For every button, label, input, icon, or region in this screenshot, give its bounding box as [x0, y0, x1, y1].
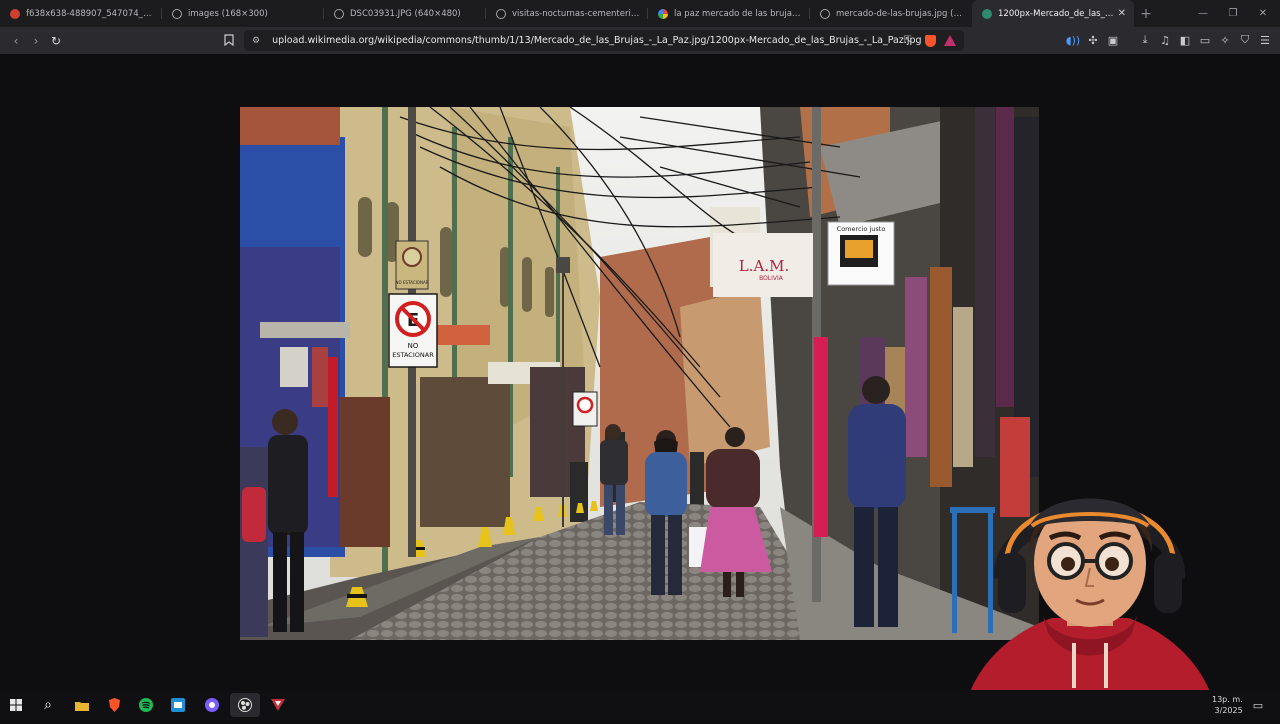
market-street-photo[interactable]: E NO ESTACIONAR NO ESTACIONAR L.A.M. BOL… [240, 107, 1039, 640]
file-explorer-icon[interactable] [74, 697, 90, 713]
lam-banner-sub: BOLIVIA [759, 275, 784, 282]
tab-title: DSC03931.JPG (640×480) [350, 8, 461, 19]
wallet-icon[interactable]: ▭ [1198, 33, 1212, 47]
globe-icon [172, 8, 182, 19]
tab-5[interactable]: la paz mercado de las brujas - Buscar [648, 0, 810, 27]
leo-ai-icon[interactable]: ✧ [1218, 33, 1232, 47]
no-parking-sign-line2: ESTACIONAR [392, 351, 434, 359]
app-store-icon[interactable] [170, 697, 186, 713]
tab-title: images (168×300) [188, 8, 268, 19]
tab-6[interactable]: mercado-de-las-brujas.jpg (1200×90 [810, 0, 972, 27]
share-icon[interactable]: ⇱ [904, 35, 912, 46]
tab-7-active[interactable]: 1200px-Mercado_de_las_Brujas ✕ [972, 0, 1134, 27]
minimize-icon[interactable]: — [1188, 0, 1218, 27]
url-text: upload.wikimedia.org/wikipedia/commons/t… [272, 35, 922, 46]
tab-strip: f638x638-488907_547074_1961.jpg images (… [0, 0, 1280, 27]
wikimedia-icon [982, 8, 992, 19]
messenger-icon[interactable] [204, 697, 220, 713]
windows-start-icon[interactable] [8, 697, 24, 713]
vtuber-app-icon[interactable] [270, 697, 286, 713]
menu-icon[interactable]: ☰ [1258, 33, 1272, 47]
tab-3[interactable]: DSC03931.JPG (640×480) [324, 0, 486, 27]
fair-trade-sign-text: Comercio justo [837, 225, 886, 233]
downloads-icon[interactable]: ⤓ [1138, 33, 1152, 47]
streamer-avatar [962, 458, 1218, 720]
lam-banner-text: L.A.M. [739, 257, 789, 275]
no-parking-sign-line1: NO [408, 342, 419, 350]
obs-active-icon[interactable] [230, 693, 260, 717]
tab-4[interactable]: visitas-nocturnas-cementerio-1024x [486, 0, 648, 27]
brave-shields-icon[interactable] [925, 34, 936, 47]
tab-2[interactable]: images (168×300) [162, 0, 324, 27]
address-bar[interactable]: ⚙ upload.wikimedia.org/wikipedia/commons… [244, 30, 964, 51]
forward-icon[interactable]: › [26, 31, 46, 51]
system-clock[interactable]: 13p. m. 3/2025 [1212, 694, 1243, 716]
tab-search-icon[interactable]: ▣ [1106, 33, 1120, 47]
clock-time: 13p. m. [1212, 695, 1243, 704]
clock-date: 3/2025 [1214, 706, 1243, 715]
vpn-shield-icon[interactable]: ⛉ [1238, 33, 1252, 47]
tab-1[interactable]: f638x638-488907_547074_1961.jpg [0, 0, 162, 27]
globe-icon [334, 8, 344, 19]
windows-taskbar: ⌕ ▭ [0, 690, 1280, 720]
back-icon[interactable]: ‹ [6, 31, 26, 51]
spotify-icon[interactable] [138, 697, 154, 713]
globe-icon [820, 8, 830, 19]
brave-browser-icon[interactable] [106, 697, 122, 713]
new-tab-button[interactable]: + [1134, 0, 1158, 27]
bookmark-icon[interactable] [222, 33, 236, 47]
browser-toolbar: ‹ › ↻ ⚙ upload.wikimedia.org/wikipedia/c… [0, 27, 1280, 54]
brave-rewards-icon[interactable] [944, 35, 956, 46]
site-info-icon[interactable]: ⚙ [252, 36, 260, 46]
globe-icon [496, 8, 506, 19]
restore-icon[interactable]: ❐ [1218, 0, 1248, 27]
close-tab-icon[interactable]: ✕ [1118, 8, 1126, 19]
reload-icon[interactable]: ↻ [46, 31, 66, 51]
tab-title: f638x638-488907_547074_1961.jpg [26, 8, 154, 19]
tab-title: la paz mercado de las brujas - Buscar [674, 8, 802, 19]
notifications-icon[interactable]: ▭ [1250, 697, 1266, 713]
audio-playing-icon[interactable]: ◖)) [1066, 33, 1080, 47]
google-icon [658, 8, 668, 19]
search-icon[interactable]: ⌕ [40, 697, 56, 713]
site-favicon-icon [10, 8, 20, 19]
tab-title: 1200px-Mercado_de_las_Brujas [998, 8, 1114, 19]
sidebar-icon[interactable]: ◧ [1178, 33, 1192, 47]
tab-title: visitas-nocturnas-cementerio-1024x [512, 8, 640, 19]
close-window-icon[interactable]: ✕ [1248, 0, 1278, 27]
no-parking-small-text: NO ESTACIONAR [396, 280, 429, 285]
tab-title: mercado-de-las-brujas.jpg (1200×90 [836, 8, 964, 19]
media-icon[interactable]: ♫ [1158, 33, 1172, 47]
extensions-icon[interactable]: ✣ [1086, 33, 1100, 47]
